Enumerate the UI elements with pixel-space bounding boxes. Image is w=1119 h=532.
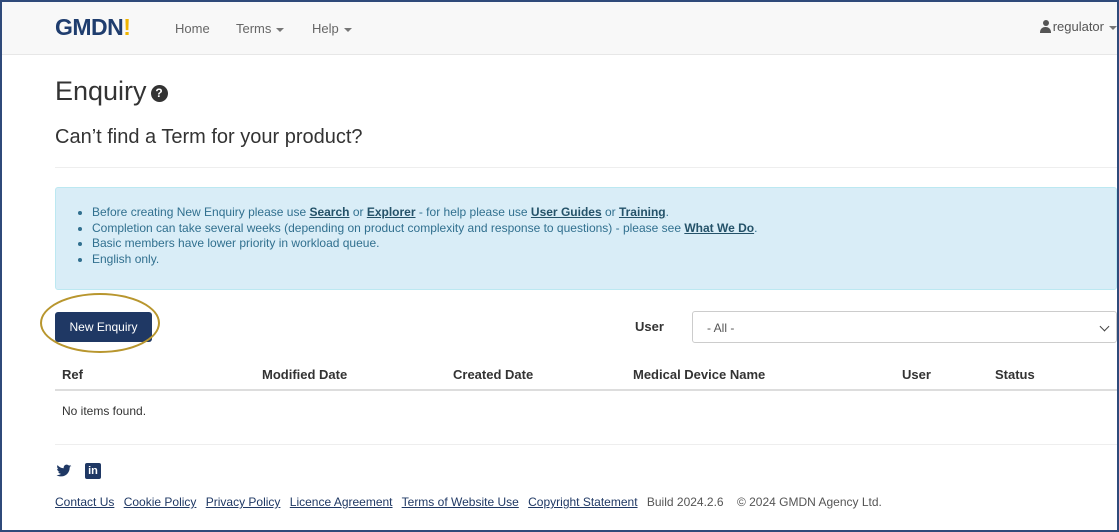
user-name: regulator — [1052, 19, 1104, 34]
footer-link-privacy-policy[interactable]: Privacy Policy — [206, 495, 281, 509]
nav-home[interactable]: Home — [175, 21, 210, 36]
info-text: or — [349, 205, 367, 219]
build-version: Build 2024.2.6 — [646, 495, 724, 509]
info-list: Before creating New Enquiry please use S… — [56, 205, 757, 267]
training-link[interactable]: Training — [619, 205, 666, 219]
footer-link-licence-agreement[interactable]: Licence Agreement — [290, 495, 393, 509]
column-header-user[interactable]: User — [902, 367, 931, 382]
page-title-text: Enquiry — [55, 76, 147, 106]
user-filter-value: - All - — [707, 321, 735, 335]
user-filter-label: User — [635, 319, 664, 334]
column-header-ref[interactable]: Ref — [62, 367, 83, 382]
column-header-created-date[interactable]: Created Date — [453, 367, 533, 382]
user-menu[interactable]: regulator — [1039, 19, 1117, 34]
page-title: Enquiry? — [55, 76, 168, 107]
caret-down-icon — [1109, 25, 1117, 30]
logo-mark: ! — [123, 14, 131, 40]
copyright-text: © 2024 GMDN Agency Ltd. — [736, 495, 882, 509]
linkedin-icon[interactable]: in — [85, 463, 101, 479]
new-enquiry-button[interactable]: New Enquiry — [55, 312, 152, 342]
explorer-link[interactable]: Explorer — [367, 205, 416, 219]
footer-link-cookie-policy[interactable]: Cookie Policy — [124, 495, 197, 509]
column-header-modified-date[interactable]: Modified Date — [262, 367, 347, 382]
user-guides-link[interactable]: User Guides — [531, 205, 602, 219]
nav-terms-label: Terms — [236, 21, 272, 36]
footer-link-contact-us[interactable]: Contact Us — [55, 495, 114, 509]
empty-table-message: No items found. — [62, 404, 147, 418]
footer-link-terms-of-website-use[interactable]: Terms of Website Use — [402, 495, 519, 509]
page-subtitle: Can’t find a Term for your product? — [55, 126, 363, 148]
info-alert: Before creating New Enquiry please use S… — [55, 187, 1117, 290]
what-we-do-link[interactable]: What We Do — [684, 221, 754, 235]
nav-help-label: Help — [312, 21, 339, 36]
nav-terms-dropdown[interactable]: Terms — [236, 21, 285, 36]
info-item: English only. — [92, 252, 757, 268]
footer: Contact Us Cookie Policy Privacy Policy … — [55, 495, 882, 509]
info-text: Completion can take several weeks (depen… — [92, 220, 685, 235]
search-link[interactable]: Search — [309, 205, 349, 219]
column-header-status[interactable]: Status — [995, 367, 1035, 382]
info-text: Before creating New Enquiry please use — [92, 205, 310, 219]
nav-help-dropdown[interactable]: Help — [312, 21, 352, 36]
nav-home-label: Home — [175, 21, 210, 36]
footer-link-copyright-statement[interactable]: Copyright Statement — [528, 495, 637, 509]
info-item: Before creating New Enquiry please use S… — [92, 205, 757, 221]
info-text: . — [754, 220, 758, 235]
logo-text: GMDN — [55, 14, 124, 40]
twitter-icon[interactable] — [56, 463, 72, 479]
info-item: Basic members have lower priority in wor… — [92, 236, 757, 252]
chevron-down-icon — [1099, 321, 1110, 332]
top-navbar: GMDN! Home Terms Help regulator — [2, 2, 1117, 55]
user-icon — [1039, 20, 1051, 33]
caret-down-icon — [276, 27, 285, 32]
question-circle-icon[interactable]: ? — [150, 85, 168, 102]
caret-down-icon — [343, 27, 352, 32]
gmdn-logo[interactable]: GMDN! — [55, 14, 131, 41]
info-text: or — [601, 205, 619, 219]
table-header-divider — [55, 389, 1117, 391]
info-text: - for help please use — [415, 205, 531, 219]
info-item: Completion can take several weeks (depen… — [92, 221, 757, 237]
user-filter-select[interactable]: - All - — [692, 311, 1117, 343]
divider — [55, 444, 1117, 445]
column-header-medical-device-name[interactable]: Medical Device Name — [633, 367, 765, 382]
divider — [55, 167, 1117, 168]
info-text: . — [665, 205, 669, 219]
